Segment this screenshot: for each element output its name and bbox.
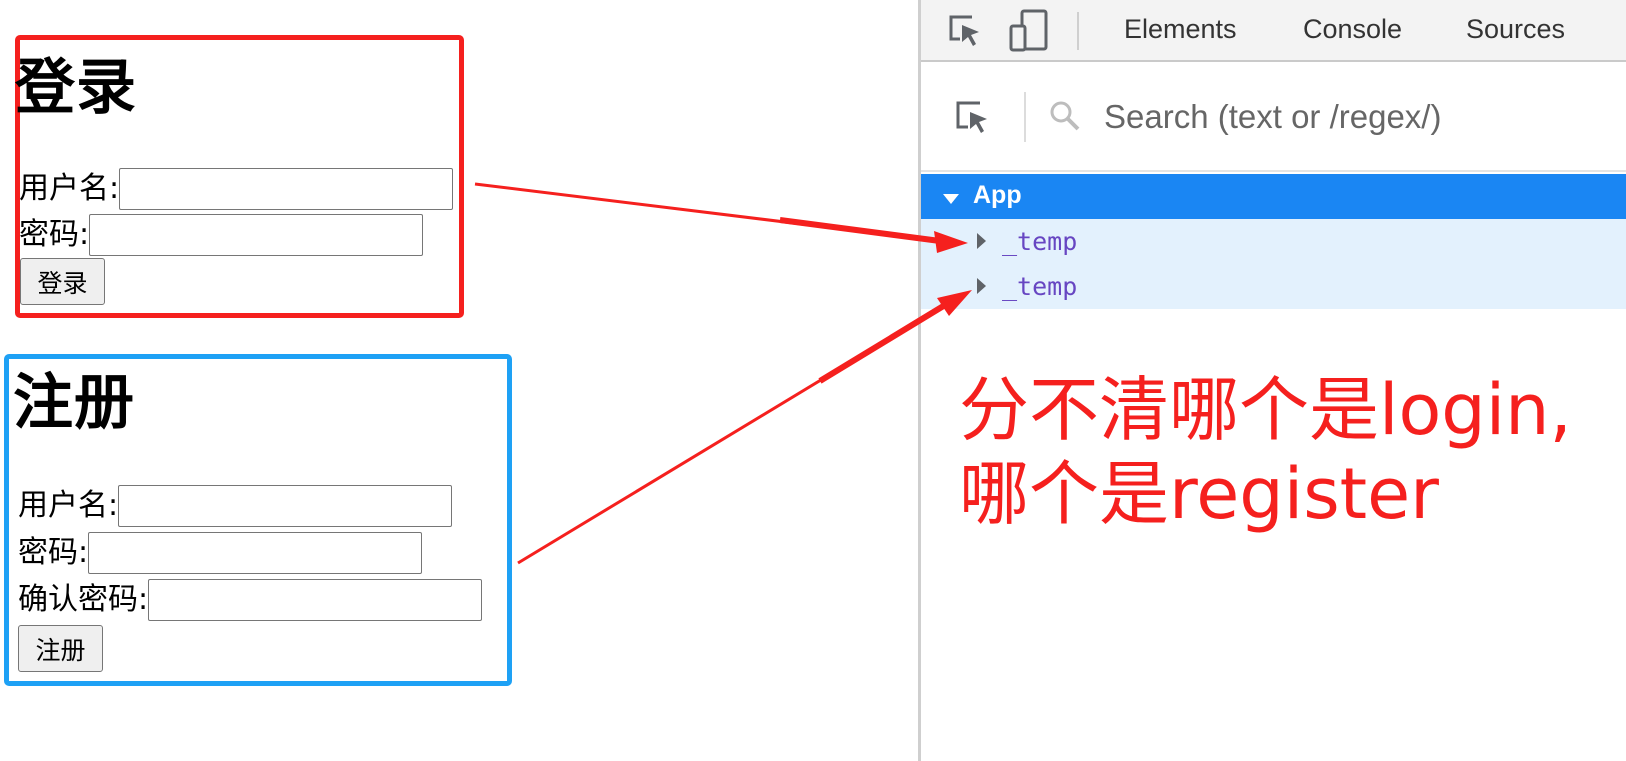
collapse-triangle-icon[interactable]	[943, 191, 959, 210]
login-title: 登录	[15, 53, 137, 123]
login-password-row: 密码:	[19, 214, 424, 256]
tab-elements[interactable]: Elements	[1124, 14, 1237, 45]
register-username-input[interactable]	[118, 485, 453, 527]
select-component-icon[interactable]	[954, 99, 992, 141]
register-password-input[interactable]	[88, 532, 423, 574]
login-button[interactable]: 登录	[20, 258, 105, 305]
register-confirm-input[interactable]	[148, 579, 483, 621]
expand-triangle-icon[interactable]	[977, 278, 987, 298]
login-password-label: 密码:	[19, 217, 90, 252]
login-username-row: 用户名:	[19, 168, 454, 210]
expand-triangle-icon[interactable]	[977, 233, 987, 253]
tree-label-temp-1: _temp	[1002, 227, 1078, 256]
register-confirm-label: 确认密码:	[18, 582, 149, 617]
register-title: 注册	[13, 368, 135, 438]
tree-label-temp-2: _temp	[1002, 272, 1078, 301]
tree-label-app: App	[973, 181, 1022, 209]
login-username-label: 用户名:	[19, 171, 120, 206]
component-search-bar: Search (text or /regex/)	[921, 64, 1626, 172]
login-password-input[interactable]	[89, 214, 424, 256]
devtools-toolbar: Elements Console Sources	[921, 0, 1626, 62]
register-username-label: 用户名:	[18, 488, 119, 523]
tree-row-app[interactable]: App	[921, 174, 1626, 219]
devtools-panel: Elements Console Sources Search (text or…	[918, 0, 1626, 761]
component-tree: App _temp _temp	[921, 174, 1626, 309]
register-password-row: 密码:	[18, 532, 423, 574]
search-separator	[1024, 92, 1026, 142]
component-search-input[interactable]: Search (text or /regex/)	[1104, 98, 1441, 136]
register-confirm-row: 确认密码:	[18, 579, 483, 621]
login-form-box: 登录 用户名: 密码: 登录	[15, 35, 464, 318]
register-password-label: 密码:	[18, 535, 89, 570]
tab-sources[interactable]: Sources	[1466, 14, 1565, 45]
device-toolbar-icon[interactable]	[1009, 9, 1049, 57]
annotation-note: 分不清哪个是login,哪个是register	[959, 369, 1572, 535]
register-form-box: 注册 用户名: 密码: 确认密码: 注册	[4, 354, 512, 686]
tab-console[interactable]: Console	[1303, 14, 1402, 45]
tree-row-temp-2[interactable]: _temp	[921, 264, 1626, 309]
toolbar-separator	[1077, 12, 1079, 50]
login-username-input[interactable]	[119, 168, 454, 210]
register-username-row: 用户名:	[18, 485, 453, 527]
search-icon	[1049, 100, 1081, 136]
inspect-element-icon[interactable]	[946, 12, 984, 54]
app-page: 登录 用户名: 密码: 登录 注册 用户名: 密码: 确认密码: 注册	[0, 0, 918, 761]
tree-row-temp-1[interactable]: _temp	[921, 219, 1626, 264]
register-button[interactable]: 注册	[18, 625, 103, 672]
